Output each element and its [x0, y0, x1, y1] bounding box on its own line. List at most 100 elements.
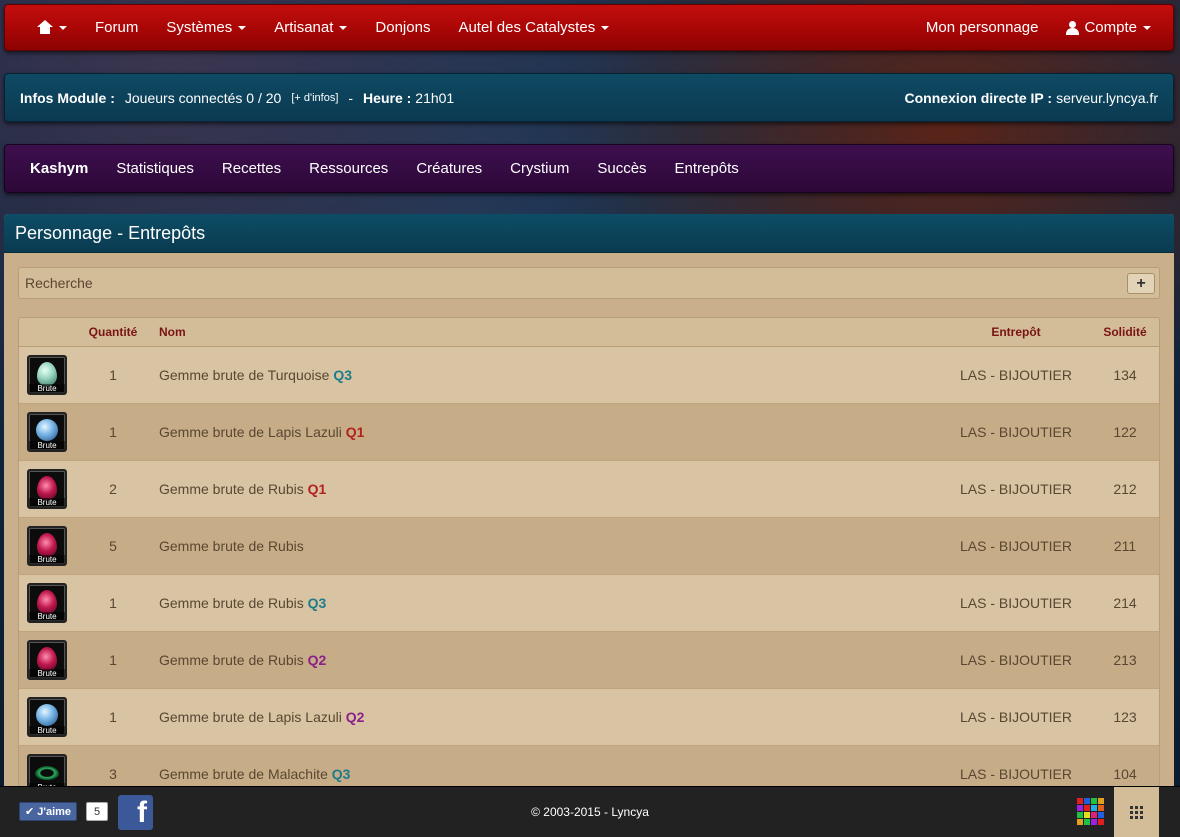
- item-name: Gemme brute de Lapis Lazuli: [159, 709, 342, 725]
- nav-donjons[interactable]: Donjons: [361, 5, 444, 50]
- item-solidity: 212: [1113, 481, 1137, 497]
- header-warehouse[interactable]: Entrepôt: [941, 325, 1091, 339]
- gem-label: Brute: [29, 555, 65, 564]
- item-quality: Q1: [345, 424, 365, 440]
- item-warehouse: LAS - BIJOUTIER: [959, 424, 1073, 440]
- module-label: Infos Module :: [20, 89, 115, 106]
- item-qty: 1: [109, 367, 117, 383]
- item-qty: 1: [109, 424, 117, 440]
- grid-icon: [1130, 806, 1143, 819]
- item-quality: Q3: [333, 367, 352, 383]
- ruby-gem-icon: Brute: [27, 640, 67, 680]
- ruby-gem-icon: Brute: [27, 583, 67, 623]
- item-warehouse: LAS - BIJOUTIER: [959, 652, 1073, 668]
- item-warehouse: LAS - BIJOUTIER: [959, 766, 1073, 782]
- table-row[interactable]: Brute 1 Gemme brute de Lapis Lazuli Q2 L…: [19, 689, 1159, 746]
- apps-grid-button[interactable]: [1114, 787, 1159, 837]
- nav-forum[interactable]: Forum: [81, 5, 152, 50]
- item-icon-cell: Brute: [19, 697, 75, 737]
- main-navbar: Forum Systèmes Artisanat Donjons Autel d…: [4, 4, 1174, 51]
- item-solidity: 123: [1113, 709, 1137, 725]
- item-name-cell: Gemme brute de Rubis Q1: [151, 481, 941, 497]
- char-tab-statistiques[interactable]: Statistiques: [102, 160, 208, 177]
- table-row[interactable]: Brute 1 Gemme brute de Rubis Q3 LAS - BI…: [19, 575, 1159, 632]
- item-icon-cell: Brute: [19, 526, 75, 566]
- nav-donjons-label: Donjons: [375, 19, 431, 36]
- item-qty: 5: [109, 538, 117, 554]
- item-icon-cell: Brute: [19, 583, 75, 623]
- nav-artisanat-label: Artisanat: [274, 19, 334, 36]
- item-quality: Q2: [345, 709, 365, 725]
- home-icon: [37, 20, 53, 35]
- ip-value: serveur.lyncya.fr: [1056, 89, 1158, 106]
- color-grid-icon[interactable]: [1077, 798, 1104, 825]
- table-row[interactable]: Brute 2 Gemme brute de Rubis Q1 LAS - BI…: [19, 461, 1159, 518]
- table-row[interactable]: Brute 1 Gemme brute de Turquoise Q3 LAS …: [19, 347, 1159, 404]
- ip-label: Connexion directe IP :: [904, 89, 1053, 106]
- ruby-gem-icon: Brute: [27, 526, 67, 566]
- nav-systemes-label: Systèmes: [166, 19, 233, 36]
- item-qty: 3: [109, 766, 117, 782]
- item-name: Gemme brute de Rubis: [159, 595, 304, 611]
- item-warehouse: LAS - BIJOUTIER: [959, 595, 1073, 611]
- item-solidity: 134: [1113, 367, 1137, 383]
- gem-label: Brute: [29, 498, 65, 507]
- user-icon: [1066, 20, 1080, 35]
- chevron-down-icon: [339, 25, 348, 30]
- char-tab-kashym[interactable]: Kashym: [16, 160, 102, 177]
- home-menu[interactable]: [5, 5, 81, 50]
- nav-artisanat[interactable]: Artisanat: [260, 5, 361, 50]
- item-name-cell: Gemme brute de Lapis Lazuli Q2: [151, 709, 941, 725]
- character-navbar: Kashym Statistiques Recettes Ressources …: [4, 144, 1174, 193]
- char-tab-ressources[interactable]: Ressources: [295, 160, 402, 177]
- item-name: Gemme brute de Rubis: [159, 538, 304, 554]
- item-quality: Q1: [307, 481, 327, 497]
- header-name[interactable]: Nom: [151, 325, 941, 339]
- item-qty: 2: [109, 481, 117, 497]
- chevron-down-icon: [601, 25, 610, 30]
- item-solidity: 211: [1113, 538, 1137, 554]
- char-tab-entrepots[interactable]: Entrepôts: [661, 160, 753, 177]
- header-qty[interactable]: Quantité: [75, 325, 151, 339]
- time-label: Heure :: [363, 89, 412, 106]
- chevron-down-icon: [238, 25, 247, 30]
- turquoise-gem-icon: Brute: [27, 355, 67, 395]
- table-row[interactable]: Brute 1 Gemme brute de Lapis Lazuli Q1 L…: [19, 404, 1159, 461]
- item-name-cell: Gemme brute de Rubis Q2: [151, 652, 941, 668]
- char-tab-crystium[interactable]: Crystium: [496, 160, 583, 177]
- nav-forum-label: Forum: [95, 19, 139, 36]
- panel-title: Personnage - Entrepôts: [4, 214, 1174, 253]
- nav-autel[interactable]: Autel des Catalystes: [444, 5, 623, 50]
- warehouse-panel: Personnage - Entrepôts Recherche + Quant…: [4, 214, 1174, 794]
- item-name-cell: Gemme brute de Malachite Q3: [151, 766, 941, 782]
- item-solidity: 213: [1113, 652, 1137, 668]
- more-info-link[interactable]: [+ d'infos]: [291, 92, 338, 104]
- gem-label: Brute: [29, 441, 65, 450]
- item-quality: Q3: [307, 595, 327, 611]
- item-name-cell: Gemme brute de Rubis: [151, 538, 941, 554]
- char-tab-recettes[interactable]: Recettes: [208, 160, 295, 177]
- info-bar: Infos Module : Joueurs connectés 0 / 20 …: [4, 73, 1174, 122]
- item-warehouse: LAS - BIJOUTIER: [959, 367, 1073, 383]
- item-solidity: 122: [1113, 424, 1137, 440]
- char-tab-succes[interactable]: Succès: [583, 160, 660, 177]
- table-row[interactable]: Brute 1 Gemme brute de Rubis Q2 LAS - BI…: [19, 632, 1159, 689]
- item-solidity: 104: [1113, 766, 1137, 782]
- table-row[interactable]: Brute 5 Gemme brute de Rubis LAS - BIJOU…: [19, 518, 1159, 575]
- expand-search-button[interactable]: +: [1127, 273, 1155, 294]
- char-tab-creatures[interactable]: Créatures: [402, 160, 496, 177]
- nav-account[interactable]: Compte: [1052, 5, 1173, 50]
- item-name-cell: Gemme brute de Lapis Lazuli Q1: [151, 424, 941, 440]
- search-toggle[interactable]: Recherche +: [18, 267, 1160, 299]
- warehouse-table: Quantité Nom Entrepôt Solidité Brute 1 G…: [18, 317, 1160, 794]
- item-name: Gemme brute de Turquoise: [159, 367, 330, 383]
- nav-my-character[interactable]: Mon personnage: [912, 5, 1053, 50]
- nav-systemes[interactable]: Systèmes: [152, 5, 260, 50]
- search-label: Recherche: [25, 275, 93, 291]
- item-qty: 1: [109, 709, 117, 725]
- item-icon-cell: Brute: [19, 355, 75, 395]
- item-icon-cell: Brute: [19, 640, 75, 680]
- header-solidity[interactable]: Solidité: [1091, 325, 1159, 339]
- item-icon-cell: Brute: [19, 469, 75, 509]
- nav-account-label: Compte: [1084, 19, 1137, 36]
